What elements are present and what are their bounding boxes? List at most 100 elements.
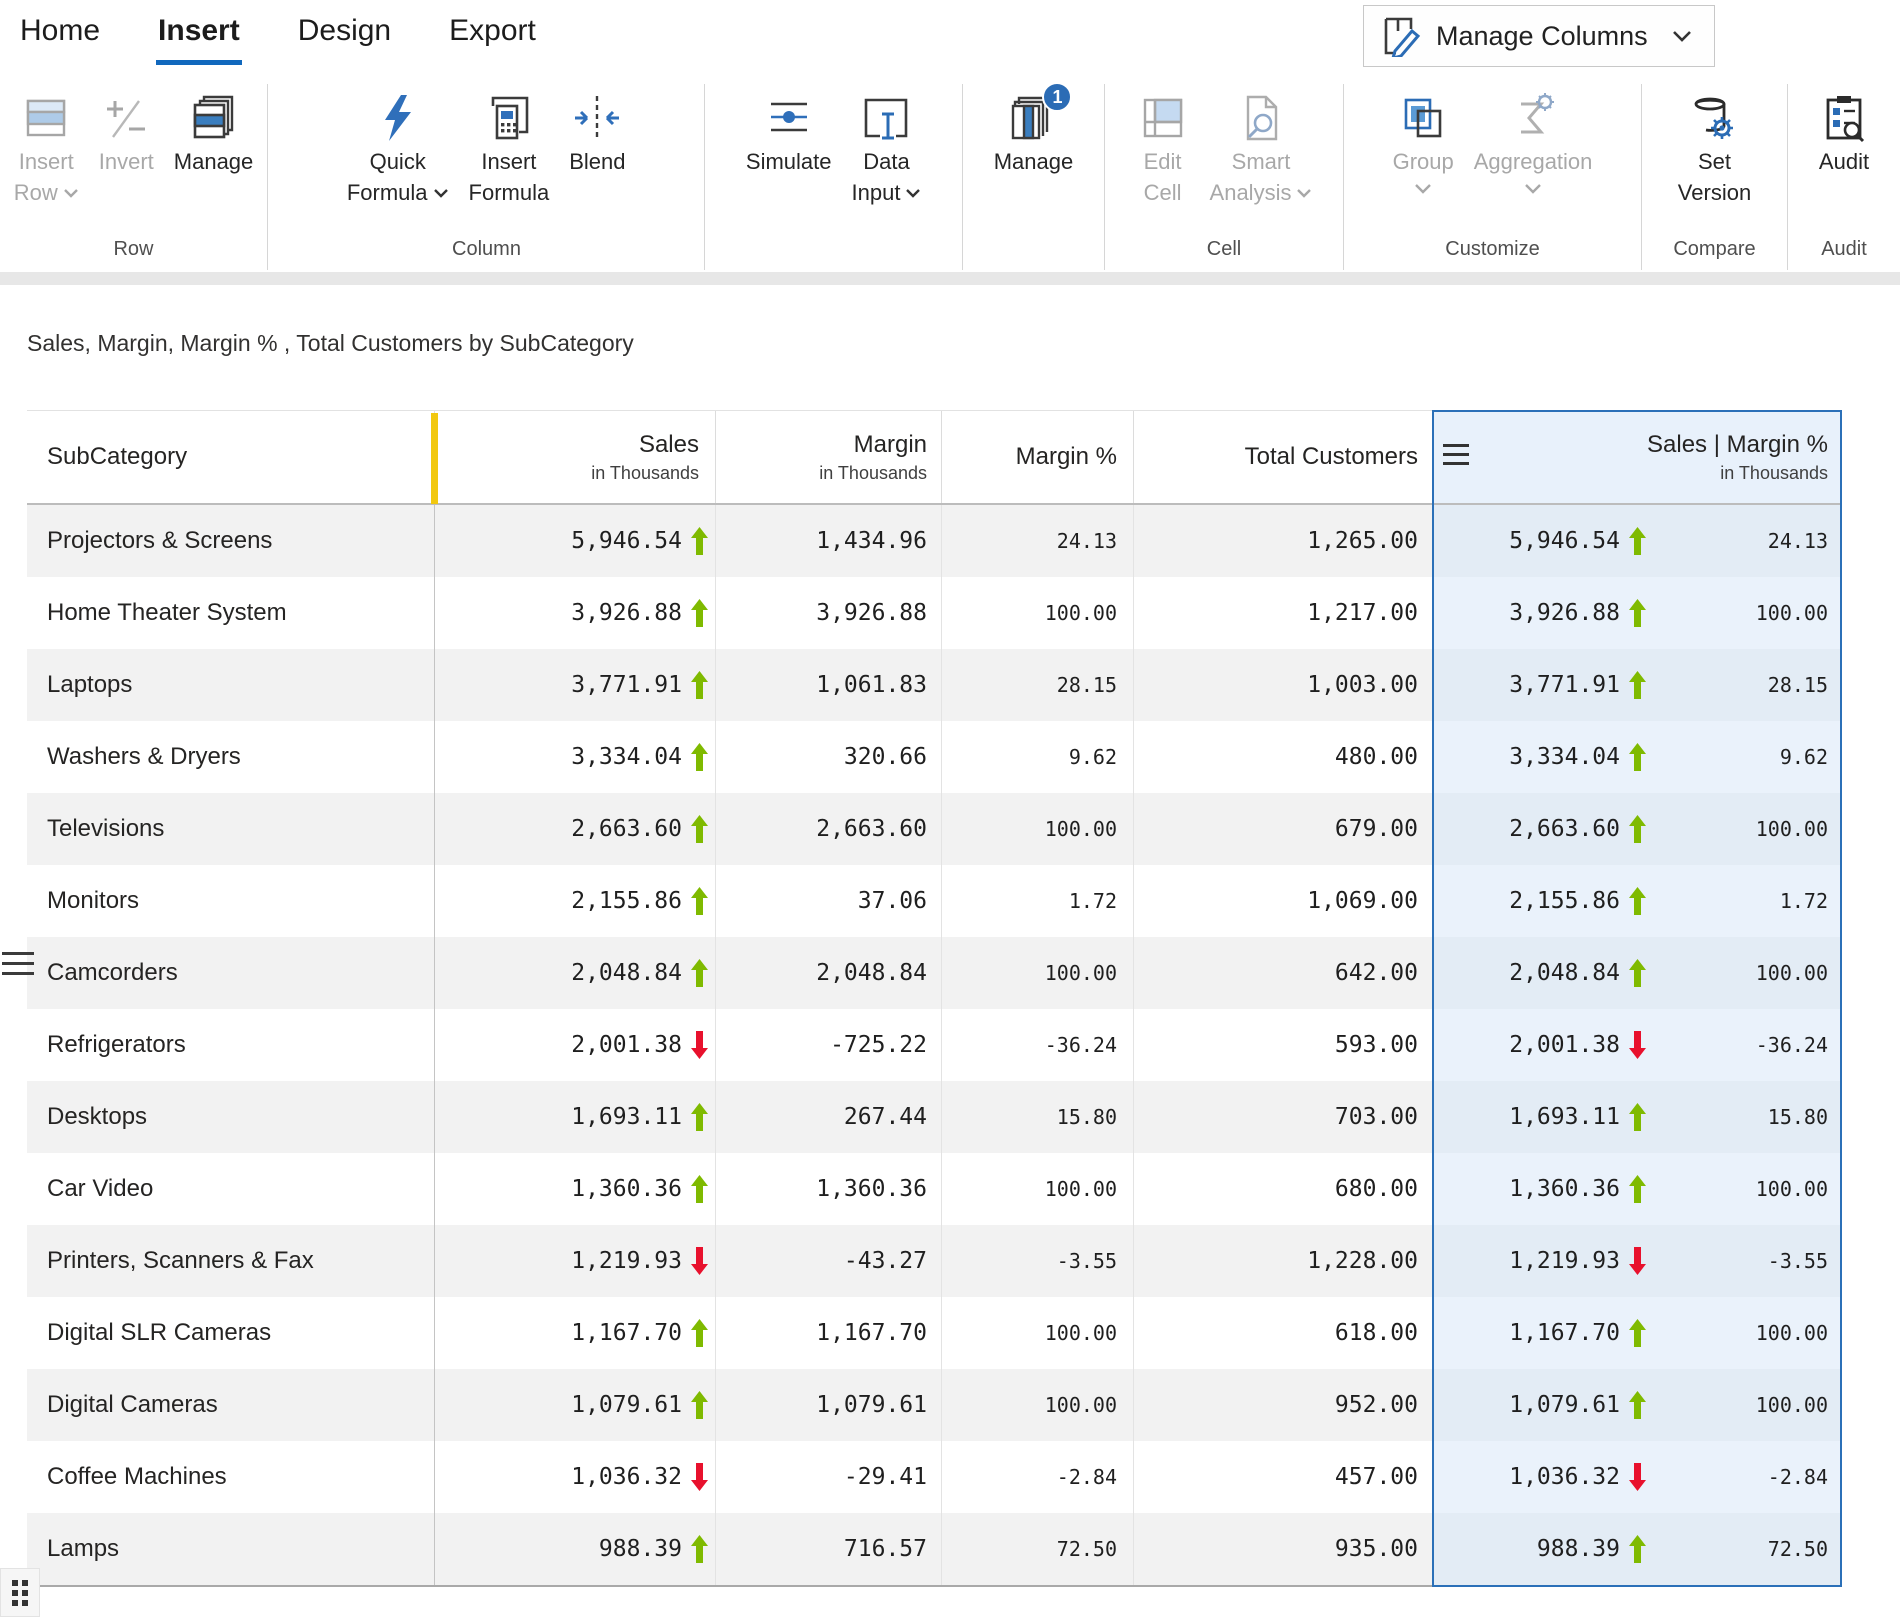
- cell-sales[interactable]: 1,036.32: [435, 1441, 716, 1513]
- cell-margin[interactable]: 716.57: [716, 1513, 942, 1585]
- cell-margin[interactable]: 267.44: [716, 1081, 942, 1153]
- cell-sales-margin-pct-selected[interactable]: 5,946.5424.13: [1432, 505, 1842, 577]
- cell-margin-pct[interactable]: 100.00: [942, 937, 1134, 1009]
- cell-total-customers[interactable]: 703.00: [1134, 1081, 1432, 1153]
- cell-total-customers[interactable]: 618.00: [1134, 1297, 1432, 1369]
- cell-margin[interactable]: 1,167.70: [716, 1297, 942, 1369]
- cell-margin[interactable]: -43.27: [716, 1225, 942, 1297]
- cell-subcategory[interactable]: Laptops: [27, 649, 435, 721]
- set-version-button[interactable]: Set Version: [1668, 86, 1761, 212]
- cell-margin[interactable]: 1,061.83: [716, 649, 942, 721]
- simulate-button[interactable]: Simulate: [736, 86, 842, 181]
- cell-total-customers[interactable]: 680.00: [1134, 1153, 1432, 1225]
- cell-sales-margin-pct-selected[interactable]: 3,771.9128.15: [1432, 649, 1842, 721]
- cell-margin-pct[interactable]: 100.00: [942, 1369, 1134, 1441]
- cell-margin[interactable]: 1,360.36: [716, 1153, 942, 1225]
- cell-margin-pct[interactable]: 15.80: [942, 1081, 1134, 1153]
- cell-sales-margin-pct-selected[interactable]: 1,167.70100.00: [1432, 1297, 1842, 1369]
- cell-total-customers[interactable]: 679.00: [1134, 793, 1432, 865]
- cell-subcategory[interactable]: Washers & Dryers: [27, 721, 435, 793]
- manage-columns-button[interactable]: Manage Columns: [1363, 5, 1715, 67]
- cell-sales-margin-pct-selected[interactable]: 3,926.88100.00: [1432, 577, 1842, 649]
- cell-sales-margin-pct-selected[interactable]: 3,334.049.62: [1432, 721, 1842, 793]
- cell-sales-margin-pct-selected[interactable]: 2,001.38-36.24: [1432, 1009, 1842, 1081]
- cell-subcategory[interactable]: Televisions: [27, 793, 435, 865]
- cell-margin-pct[interactable]: 9.62: [942, 721, 1134, 793]
- cell-total-customers[interactable]: 1,069.00: [1134, 865, 1432, 937]
- cell-sales[interactable]: 3,334.04: [435, 721, 716, 793]
- cell-sales[interactable]: 5,946.54: [435, 505, 716, 577]
- quick-formula-button[interactable]: Quick Formula: [337, 86, 459, 212]
- cell-margin[interactable]: -29.41: [716, 1441, 942, 1513]
- column-header-total-customers[interactable]: Total Customers: [1134, 411, 1432, 503]
- cell-total-customers[interactable]: 457.00: [1134, 1441, 1432, 1513]
- cell-margin-pct[interactable]: -3.55: [942, 1225, 1134, 1297]
- tab-design[interactable]: Design: [296, 8, 393, 65]
- column-resize-marker[interactable]: [431, 413, 438, 504]
- cell-margin-pct[interactable]: -36.24: [942, 1009, 1134, 1081]
- manage-columns-badged-button[interactable]: 1 Manage: [984, 86, 1084, 181]
- cell-sales[interactable]: 3,926.88: [435, 577, 716, 649]
- cell-margin-pct[interactable]: 72.50: [942, 1513, 1134, 1585]
- cell-sales[interactable]: 1,360.36: [435, 1153, 716, 1225]
- column-header-sales[interactable]: Sales in Thousands: [435, 411, 716, 503]
- cell-margin-pct[interactable]: 1.72: [942, 865, 1134, 937]
- row-menu-icon[interactable]: [2, 952, 34, 975]
- tab-insert[interactable]: Insert: [156, 8, 242, 65]
- cell-sales-margin-pct-selected[interactable]: 2,048.84100.00: [1432, 937, 1842, 1009]
- column-header-sales-margin-pct-selected[interactable]: Sales | Margin % in Thousands: [1432, 411, 1842, 503]
- cell-total-customers[interactable]: 642.00: [1134, 937, 1432, 1009]
- insert-formula-button[interactable]: Insert Formula: [459, 86, 560, 212]
- cell-subcategory[interactable]: Projectors & Screens: [27, 505, 435, 577]
- cell-subcategory[interactable]: Home Theater System: [27, 577, 435, 649]
- cell-sales[interactable]: 2,048.84: [435, 937, 716, 1009]
- cell-margin-pct[interactable]: 24.13: [942, 505, 1134, 577]
- cell-margin[interactable]: 2,663.60: [716, 793, 942, 865]
- cell-sales[interactable]: 1,219.93: [435, 1225, 716, 1297]
- cell-margin-pct[interactable]: 100.00: [942, 1153, 1134, 1225]
- cell-subcategory[interactable]: Camcorders: [27, 937, 435, 1009]
- cell-sales-margin-pct-selected[interactable]: 988.3972.50: [1432, 1513, 1842, 1585]
- cell-subcategory[interactable]: Digital SLR Cameras: [27, 1297, 435, 1369]
- column-header-margin[interactable]: Margin in Thousands: [716, 411, 942, 503]
- cell-sales-margin-pct-selected[interactable]: 1,219.93-3.55: [1432, 1225, 1842, 1297]
- cell-total-customers[interactable]: 1,228.00: [1134, 1225, 1432, 1297]
- cell-sales-margin-pct-selected[interactable]: 1,693.1115.80: [1432, 1081, 1842, 1153]
- blend-button[interactable]: Blend: [559, 86, 635, 181]
- cell-subcategory[interactable]: Desktops: [27, 1081, 435, 1153]
- cell-margin[interactable]: 1,434.96: [716, 505, 942, 577]
- cell-subcategory[interactable]: Refrigerators: [27, 1009, 435, 1081]
- cell-sales-margin-pct-selected[interactable]: 1,079.61100.00: [1432, 1369, 1842, 1441]
- cell-sales-margin-pct-selected[interactable]: 2,663.60100.00: [1432, 793, 1842, 865]
- column-header-margin-pct[interactable]: Margin %: [942, 411, 1134, 503]
- cell-total-customers[interactable]: 480.00: [1134, 721, 1432, 793]
- visual-drag-handle[interactable]: [0, 1568, 40, 1617]
- cell-sales-margin-pct-selected[interactable]: 1,360.36100.00: [1432, 1153, 1842, 1225]
- cell-subcategory[interactable]: Digital Cameras: [27, 1369, 435, 1441]
- cell-sales-margin-pct-selected[interactable]: 2,155.861.72: [1432, 865, 1842, 937]
- cell-total-customers[interactable]: 1,003.00: [1134, 649, 1432, 721]
- cell-total-customers[interactable]: 1,265.00: [1134, 505, 1432, 577]
- cell-total-customers[interactable]: 593.00: [1134, 1009, 1432, 1081]
- cell-margin[interactable]: 3,926.88: [716, 577, 942, 649]
- cell-sales[interactable]: 3,771.91: [435, 649, 716, 721]
- column-header-subcategory[interactable]: SubCategory: [27, 411, 435, 503]
- cell-margin[interactable]: 2,048.84: [716, 937, 942, 1009]
- tab-home[interactable]: Home: [18, 8, 102, 65]
- cell-sales[interactable]: 1,167.70: [435, 1297, 716, 1369]
- cell-margin-pct[interactable]: 100.00: [942, 577, 1134, 649]
- manage-rows-button[interactable]: Manage: [164, 86, 264, 181]
- cell-sales[interactable]: 2,155.86: [435, 865, 716, 937]
- cell-margin[interactable]: 320.66: [716, 721, 942, 793]
- cell-subcategory[interactable]: Lamps: [27, 1513, 435, 1585]
- cell-sales[interactable]: 2,001.38: [435, 1009, 716, 1081]
- cell-margin-pct[interactable]: -2.84: [942, 1441, 1134, 1513]
- cell-subcategory[interactable]: Printers, Scanners & Fax: [27, 1225, 435, 1297]
- cell-margin-pct[interactable]: 28.15: [942, 649, 1134, 721]
- column-menu-icon[interactable]: [1443, 444, 1469, 465]
- cell-margin[interactable]: -725.22: [716, 1009, 942, 1081]
- data-input-button[interactable]: Data Input: [842, 86, 932, 212]
- cell-margin-pct[interactable]: 100.00: [942, 793, 1134, 865]
- cell-sales[interactable]: 988.39: [435, 1513, 716, 1585]
- cell-sales[interactable]: 1,079.61: [435, 1369, 716, 1441]
